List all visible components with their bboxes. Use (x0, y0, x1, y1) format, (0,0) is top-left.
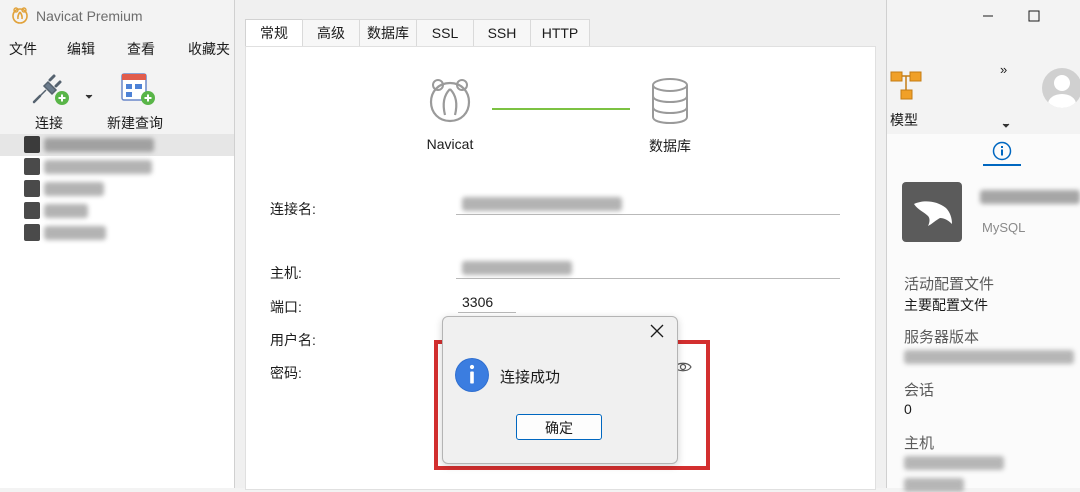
host-input[interactable] (456, 257, 840, 279)
info-icon (455, 358, 489, 392)
menu-edit[interactable]: 编辑 (67, 39, 95, 59)
dialog-title-strip (235, 0, 886, 6)
redacted-host (904, 478, 964, 492)
navicat-logo-icon (10, 6, 30, 26)
minimize-icon (983, 15, 993, 17)
info-tab-icon[interactable] (992, 141, 1012, 161)
mysql-connection-icon (24, 180, 40, 197)
connection-name-input[interactable] (456, 193, 840, 215)
plug-icon (32, 74, 69, 105)
server-version-label: 服务器版本 (904, 329, 980, 346)
user-avatar-icon (1048, 75, 1076, 108)
message-dialog: 连接成功 确定 (442, 316, 678, 464)
connection-tree (0, 134, 234, 488)
maximize-icon (1028, 10, 1040, 22)
model-icon (890, 71, 922, 100)
flow-database-label: 数据库 (649, 138, 691, 154)
redacted-connection-name (462, 197, 622, 211)
tree-connection-item[interactable] (0, 178, 234, 200)
ok-button[interactable]: 确定 (516, 414, 602, 440)
close-button[interactable] (647, 321, 667, 341)
info-tab-underline (983, 164, 1021, 166)
close-icon (650, 324, 664, 338)
tab-ssl[interactable]: SSL (416, 19, 474, 46)
redacted-connection-name (44, 138, 154, 152)
redacted-server-version (904, 350, 1074, 364)
port-label: 端口: (270, 299, 302, 315)
tree-connection-item[interactable] (0, 156, 234, 178)
db-type-label: MySQL (982, 220, 1026, 235)
right-toolbar: 模型 » (884, 62, 1080, 134)
redacted-host (462, 261, 572, 275)
username-label: 用户名: (270, 332, 316, 348)
mysql-connection-icon (24, 202, 40, 219)
sessions-value: 0 (904, 401, 912, 417)
new-query-label: 新建查询 (107, 115, 163, 131)
tab-advanced[interactable]: 高级 (302, 19, 360, 46)
redacted-connection-name (44, 182, 104, 196)
tab-general[interactable]: 常规 (245, 19, 303, 47)
app-title: Navicat Premium (36, 8, 143, 24)
connect-dropdown-arrow[interactable] (84, 66, 94, 106)
menu-file[interactable]: 文件 (9, 39, 37, 59)
database-icon (652, 78, 688, 125)
menu-favorites[interactable]: 收藏夹 (188, 39, 230, 59)
menu-bar: 文件 编辑 查看 收藏夹 (0, 35, 234, 61)
connect-label: 连接 (35, 115, 63, 131)
redacted-connection-name (44, 160, 152, 174)
model-button[interactable]: 模型 (886, 68, 926, 128)
tab-ssh[interactable]: SSH (473, 19, 531, 46)
dolphin-icon (914, 201, 952, 226)
redacted-host (904, 456, 1004, 470)
new-query-button[interactable]: 新建查询 (104, 66, 168, 132)
model-label: 模型 (890, 112, 918, 128)
new-query-icon (121, 73, 155, 105)
object-info-panel: MySQL 活动配置文件 主要配置文件 服务器版本 会话 0 主机 (885, 134, 1080, 492)
tree-connection-item[interactable] (0, 200, 234, 222)
password-label: 密码: (270, 365, 302, 381)
flow-navicat-label: Navicat (426, 136, 474, 152)
tree-connection-item[interactable] (0, 134, 234, 156)
redacted-connection-name (44, 204, 88, 218)
message-dialog-titlebar (443, 317, 677, 345)
mysql-connection-icon (24, 136, 40, 153)
maximize-button[interactable] (1011, 0, 1057, 32)
mysql-large-icon (902, 182, 962, 242)
connection-name-label: 连接名: (270, 201, 316, 217)
message-text: 连接成功 (500, 369, 561, 386)
mysql-connection-icon (24, 224, 40, 241)
minimize-button[interactable] (965, 0, 1011, 32)
main-toolbar: 连接 新建查询 (0, 62, 234, 134)
connect-button[interactable]: 连接 (26, 66, 74, 132)
chevron-down-icon (85, 94, 93, 99)
active-profile-label: 活动配置文件 (904, 276, 995, 293)
tab-http[interactable]: HTTP (530, 19, 590, 46)
toolbar-overflow-button[interactable]: » (1000, 62, 1007, 77)
menu-view[interactable]: 查看 (127, 39, 155, 59)
redacted-connection-name (44, 226, 106, 240)
mysql-connection-icon (24, 158, 40, 175)
active-profile-value: 主要配置文件 (904, 297, 988, 313)
sessions-label: 会话 (904, 382, 935, 399)
redacted-connection-name (980, 190, 1080, 204)
tree-connection-item[interactable] (0, 222, 234, 244)
host-label: 主机 (904, 435, 935, 452)
chevron-down-icon[interactable] (1002, 123, 1010, 129)
tab-databases[interactable]: 数据库 (359, 19, 417, 46)
port-input[interactable]: 3306 (458, 291, 516, 313)
connection-success-line (492, 108, 630, 110)
navicat-logo-icon (429, 79, 471, 123)
avatar[interactable] (1042, 68, 1080, 108)
host-label: 主机: (270, 265, 302, 281)
